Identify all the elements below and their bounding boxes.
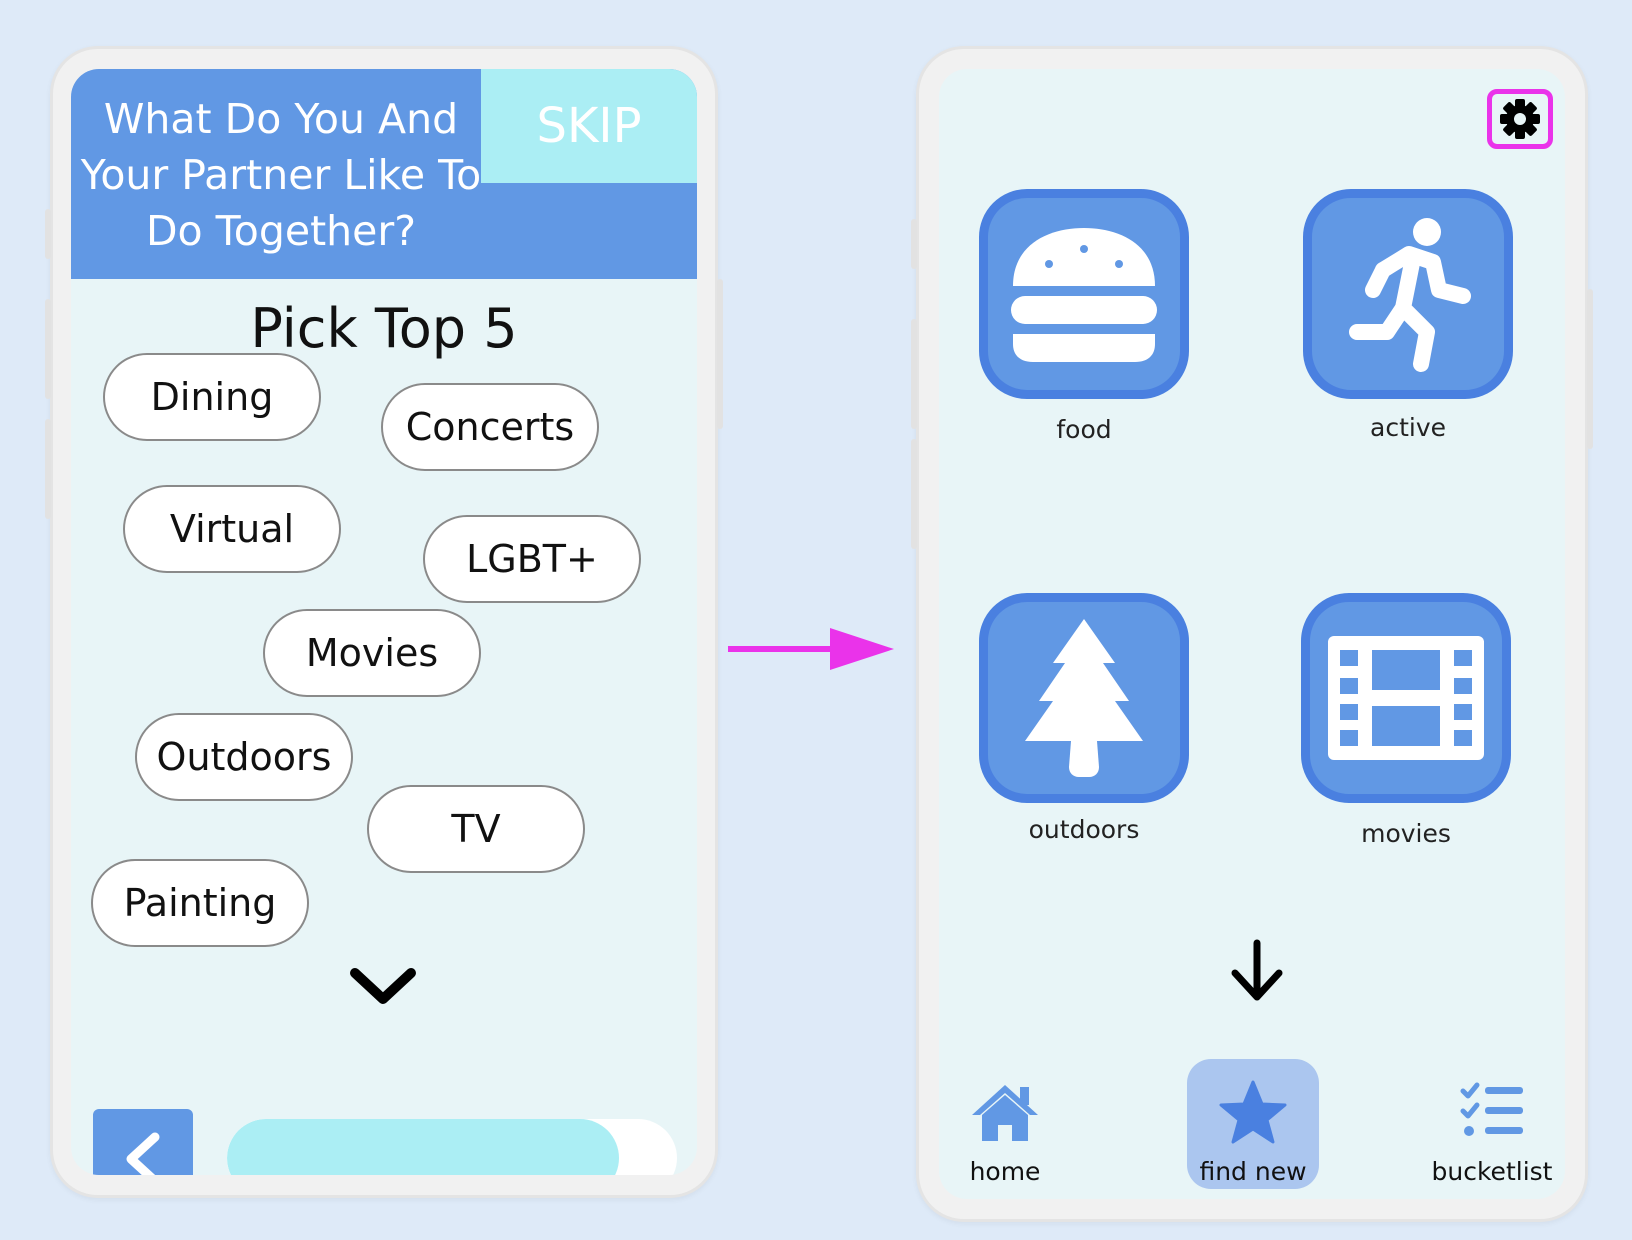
phone-side-button xyxy=(911,439,917,549)
interest-pill-painting[interactable]: Painting xyxy=(91,859,309,947)
phone-side-button xyxy=(45,299,51,399)
burger-icon xyxy=(1011,228,1157,362)
interest-pill-concerts[interactable]: Concerts xyxy=(381,383,599,471)
skip-button[interactable]: SKIP xyxy=(481,69,697,183)
star-icon xyxy=(1219,1080,1287,1144)
nav-bucketlist[interactable]: bucketlist xyxy=(1419,1059,1565,1189)
progress-bar xyxy=(227,1119,677,1175)
nav-home-label: home xyxy=(969,1157,1041,1186)
chevron-left-icon xyxy=(126,1132,160,1175)
phone-side-button xyxy=(1587,289,1593,449)
phone-side-button xyxy=(45,209,51,259)
checklist-icon xyxy=(1460,1082,1523,1136)
question-header: What Do You And Your Partner Like To Do … xyxy=(71,69,697,279)
arrow-down-icon[interactable] xyxy=(1229,939,1285,1003)
home-icon xyxy=(972,1085,1038,1141)
chevron-down-icon[interactable] xyxy=(349,967,417,1007)
tree-icon xyxy=(1025,619,1143,777)
nav-bucketlist-label: bucketlist xyxy=(1431,1157,1553,1186)
onboarding-screen: What Do You And Your Partner Like To Do … xyxy=(71,69,697,1175)
phone-side-button xyxy=(911,319,917,429)
nav-home[interactable]: home xyxy=(939,1059,1071,1189)
interest-pill-virtual[interactable]: Virtual xyxy=(123,485,341,573)
interest-pill-lgbt[interactable]: LGBT+ xyxy=(423,515,641,603)
nav-find-new-label: find new xyxy=(1199,1157,1307,1186)
find-new-phone: food active outdoors movies home find ne… xyxy=(911,46,1593,1222)
category-outdoors-label: outdoors xyxy=(1028,815,1140,844)
onboarding-phone: What Do You And Your Partner Like To Do … xyxy=(45,46,723,1198)
category-active-button[interactable] xyxy=(1303,189,1513,399)
progress-bar-fill xyxy=(227,1119,619,1175)
interest-pill-movies[interactable]: Movies xyxy=(263,609,481,697)
settings-button[interactable] xyxy=(1487,89,1553,149)
interest-pill-dining[interactable]: Dining xyxy=(103,353,321,441)
category-active-label: active xyxy=(1370,413,1446,442)
running-person-icon xyxy=(1349,218,1471,372)
phone-side-button xyxy=(717,279,723,429)
question-text: What Do You And Your Partner Like To Do … xyxy=(80,95,482,255)
category-food-button[interactable] xyxy=(979,189,1189,399)
nav-find-new[interactable]: find new xyxy=(1187,1059,1319,1189)
category-food-label: food xyxy=(1056,415,1112,444)
category-movies-label: movies xyxy=(1361,819,1451,848)
gear-icon xyxy=(1500,99,1540,139)
pick-title: Pick Top 5 xyxy=(250,297,518,360)
phone-side-button xyxy=(45,419,51,519)
film-icon xyxy=(1328,636,1484,760)
flow-arrow-icon xyxy=(728,628,894,670)
back-button[interactable] xyxy=(93,1109,193,1175)
category-movies-button[interactable] xyxy=(1301,593,1511,803)
phone-side-button xyxy=(911,219,917,269)
category-outdoors-button[interactable] xyxy=(979,593,1189,803)
find-new-screen: food active outdoors movies home find ne… xyxy=(939,69,1565,1199)
interest-pill-tv[interactable]: TV xyxy=(367,785,585,873)
interest-pill-outdoors[interactable]: Outdoors xyxy=(135,713,353,801)
